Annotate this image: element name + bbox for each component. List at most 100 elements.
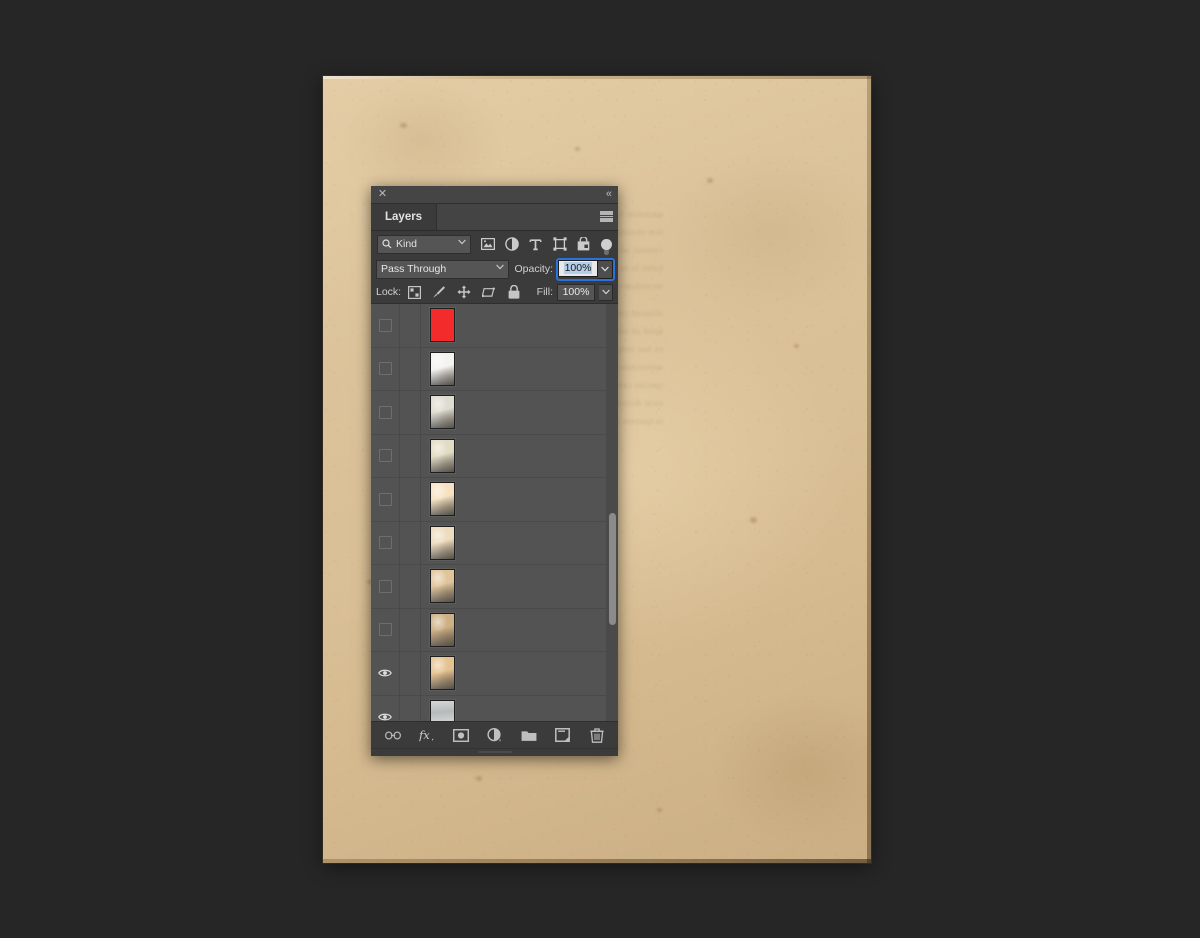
collapse-panel-icon[interactable]: « (606, 188, 612, 201)
visibility-checkbox (378, 405, 392, 419)
layer-link-cell[interactable] (400, 652, 421, 695)
layer-filter-row: Kind (371, 231, 618, 257)
layer-thumbnail-cell[interactable] (421, 438, 463, 473)
layer-row[interactable] (371, 391, 618, 435)
smart-object-filter-icon[interactable] (576, 237, 591, 252)
layer-row[interactable] (371, 608, 618, 652)
shape-layer-filter-icon[interactable] (552, 237, 567, 252)
close-icon[interactable]: ✕ (377, 189, 388, 200)
layer-list-scroll-thumb[interactable] (609, 512, 616, 626)
fill-input[interactable]: 100% (557, 283, 595, 301)
blend-mode-select[interactable]: Pass Through (376, 259, 510, 279)
layer-row[interactable] (371, 652, 618, 696)
visibility-checkbox (378, 449, 392, 463)
filter-type-icons (480, 237, 591, 252)
layer-row[interactable] (371, 695, 618, 721)
paper-right-edge (867, 76, 871, 863)
tab-layers[interactable]: Layers (371, 204, 438, 230)
layer-row[interactable] (371, 434, 618, 478)
layer-link-cell[interactable] (400, 565, 421, 608)
visibility-checkbox (378, 318, 392, 332)
panel-menu-icon[interactable] (600, 211, 613, 222)
adjustment-layer-filter-icon[interactable] (504, 237, 519, 252)
paper-spot (706, 178, 713, 184)
svg-text:fx: fx (419, 728, 430, 742)
paper-spot (794, 343, 800, 348)
fill-dropdown-button[interactable] (599, 283, 613, 301)
panel-resize-grip[interactable] (371, 748, 618, 756)
layer-thumbnail-cell[interactable] (421, 351, 463, 386)
layer-visibility-off-icon[interactable] (371, 347, 400, 390)
type-layer-filter-icon[interactable] (528, 237, 543, 252)
link-layers-icon[interactable] (384, 727, 401, 743)
filter-enable-toggle[interactable] (601, 238, 612, 250)
layer-visibility-off-icon[interactable] (371, 434, 400, 477)
lock-image-pixels-icon[interactable] (432, 285, 446, 299)
visibility-checkbox (378, 362, 392, 376)
lock-label: Lock: (376, 286, 402, 298)
layer-link-cell[interactable] (400, 478, 421, 521)
delete-layer-icon[interactable] (589, 727, 605, 743)
adjustment-layer-icon[interactable] (486, 727, 503, 743)
layer-list-scrollbar[interactable] (606, 304, 618, 721)
layer-style-fx-icon[interactable]: fx (419, 727, 435, 743)
opacity-input[interactable]: 100% (558, 259, 598, 277)
layer-thumbnail-cell[interactable] (421, 569, 463, 604)
layer-row[interactable] (371, 304, 618, 348)
layer-visibility-eye-icon[interactable] (371, 695, 400, 721)
fill-value: 100% (562, 286, 590, 298)
layer-visibility-eye-icon[interactable] (371, 652, 400, 695)
layer-visibility-off-icon[interactable] (371, 304, 400, 347)
layer-link-cell[interactable] (400, 347, 421, 390)
opacity-dropdown-button[interactable] (598, 259, 613, 279)
layer-thumbnail-cell[interactable] (421, 656, 463, 691)
filter-kind-select[interactable]: Kind (377, 234, 472, 254)
visibility-checkbox (378, 579, 392, 593)
chevron-down-icon (496, 264, 505, 270)
layer-thumbnail-cell[interactable] (421, 482, 463, 517)
layer-thumbnail-light-cream (429, 482, 455, 517)
lock-icon-group (407, 285, 521, 299)
lock-all-icon[interactable] (507, 285, 521, 299)
layer-link-cell[interactable] (400, 391, 421, 434)
layer-link-cell[interactable] (400, 608, 421, 651)
lock-transparent-pixels-icon[interactable] (407, 285, 421, 299)
lock-row: Lock: Fill: 100% (371, 281, 618, 304)
layer-thumbnail-tan-plain (429, 656, 455, 691)
layer-link-cell[interactable] (400, 434, 421, 477)
new-layer-icon[interactable] (555, 727, 571, 743)
layer-link-cell[interactable] (400, 521, 421, 564)
layer-visibility-off-icon[interactable] (371, 521, 400, 564)
layer-visibility-off-icon[interactable] (371, 565, 400, 608)
blend-mode-value: Pass Through (381, 263, 447, 275)
pixel-layer-filter-icon[interactable] (480, 237, 495, 252)
blend-opacity-row: Pass Through Opacity: 100% (371, 257, 618, 281)
lock-artboard-nesting-icon[interactable] (482, 285, 496, 299)
layer-row[interactable] (371, 565, 618, 609)
search-icon (382, 239, 392, 249)
layer-row[interactable] (371, 478, 618, 522)
panel-tab-strip: Layers (371, 204, 618, 231)
lock-position-icon[interactable] (457, 285, 471, 299)
layer-visibility-off-icon[interactable] (371, 608, 400, 651)
layer-row[interactable] (371, 347, 618, 391)
layer-visibility-off-icon[interactable] (371, 478, 400, 521)
layer-thumbnail-cell[interactable] (421, 308, 463, 343)
chevron-down-icon (458, 239, 467, 245)
layers-panel[interactable]: ✕ « Layers Kind Pass Through Opacity: 10… (371, 186, 618, 756)
paper-spot (399, 123, 407, 129)
layer-link-cell[interactable] (400, 695, 421, 721)
opacity-control[interactable]: 100% (556, 257, 615, 281)
visibility-checkbox (378, 492, 392, 506)
layer-list[interactable] (371, 304, 618, 721)
layer-thumbnail-cell[interactable] (421, 612, 463, 647)
layer-visibility-off-icon[interactable] (371, 391, 400, 434)
layer-row[interactable] (371, 521, 618, 565)
layer-thumbnail-cell[interactable] (421, 525, 463, 560)
layer-link-cell[interactable] (400, 304, 421, 347)
layer-thumbnail-cell[interactable] (421, 395, 463, 430)
layer-thumbnail-cell[interactable] (421, 699, 463, 721)
add-layer-mask-icon[interactable] (452, 727, 469, 743)
new-group-icon[interactable] (521, 727, 537, 743)
opacity-label: Opacity: (514, 263, 553, 275)
